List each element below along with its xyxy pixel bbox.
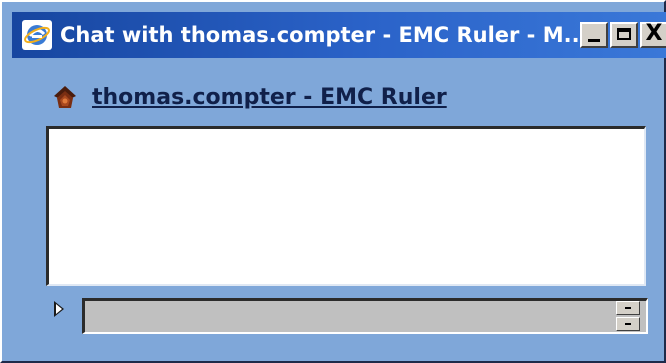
internet-explorer-icon xyxy=(22,20,52,50)
contact-header: thomas.compter - EMC Ruler xyxy=(50,82,447,112)
chat-window: Chat with thomas.compter - EMC Ruler - M… xyxy=(0,0,666,363)
title-bar[interactable]: Chat with thomas.compter - EMC Ruler - M… xyxy=(12,12,666,58)
buddy-icon xyxy=(54,86,76,108)
minimize-button[interactable] xyxy=(580,22,608,48)
close-button[interactable]: X xyxy=(640,22,666,48)
message-input[interactable] xyxy=(82,298,648,334)
scroll-up-button[interactable] xyxy=(616,301,640,315)
scroll-down-button[interactable] xyxy=(616,317,640,331)
window-controls: X xyxy=(580,22,666,48)
input-scroll-buttons xyxy=(616,301,640,331)
chat-history-area[interactable] xyxy=(46,126,646,286)
maximize-button[interactable] xyxy=(610,22,638,48)
send-arrow-icon[interactable] xyxy=(54,301,64,317)
window-title: Chat with thomas.compter - EMC Ruler - M… xyxy=(60,23,580,47)
contact-name-link[interactable]: thomas.compter - EMC Ruler xyxy=(92,85,447,110)
